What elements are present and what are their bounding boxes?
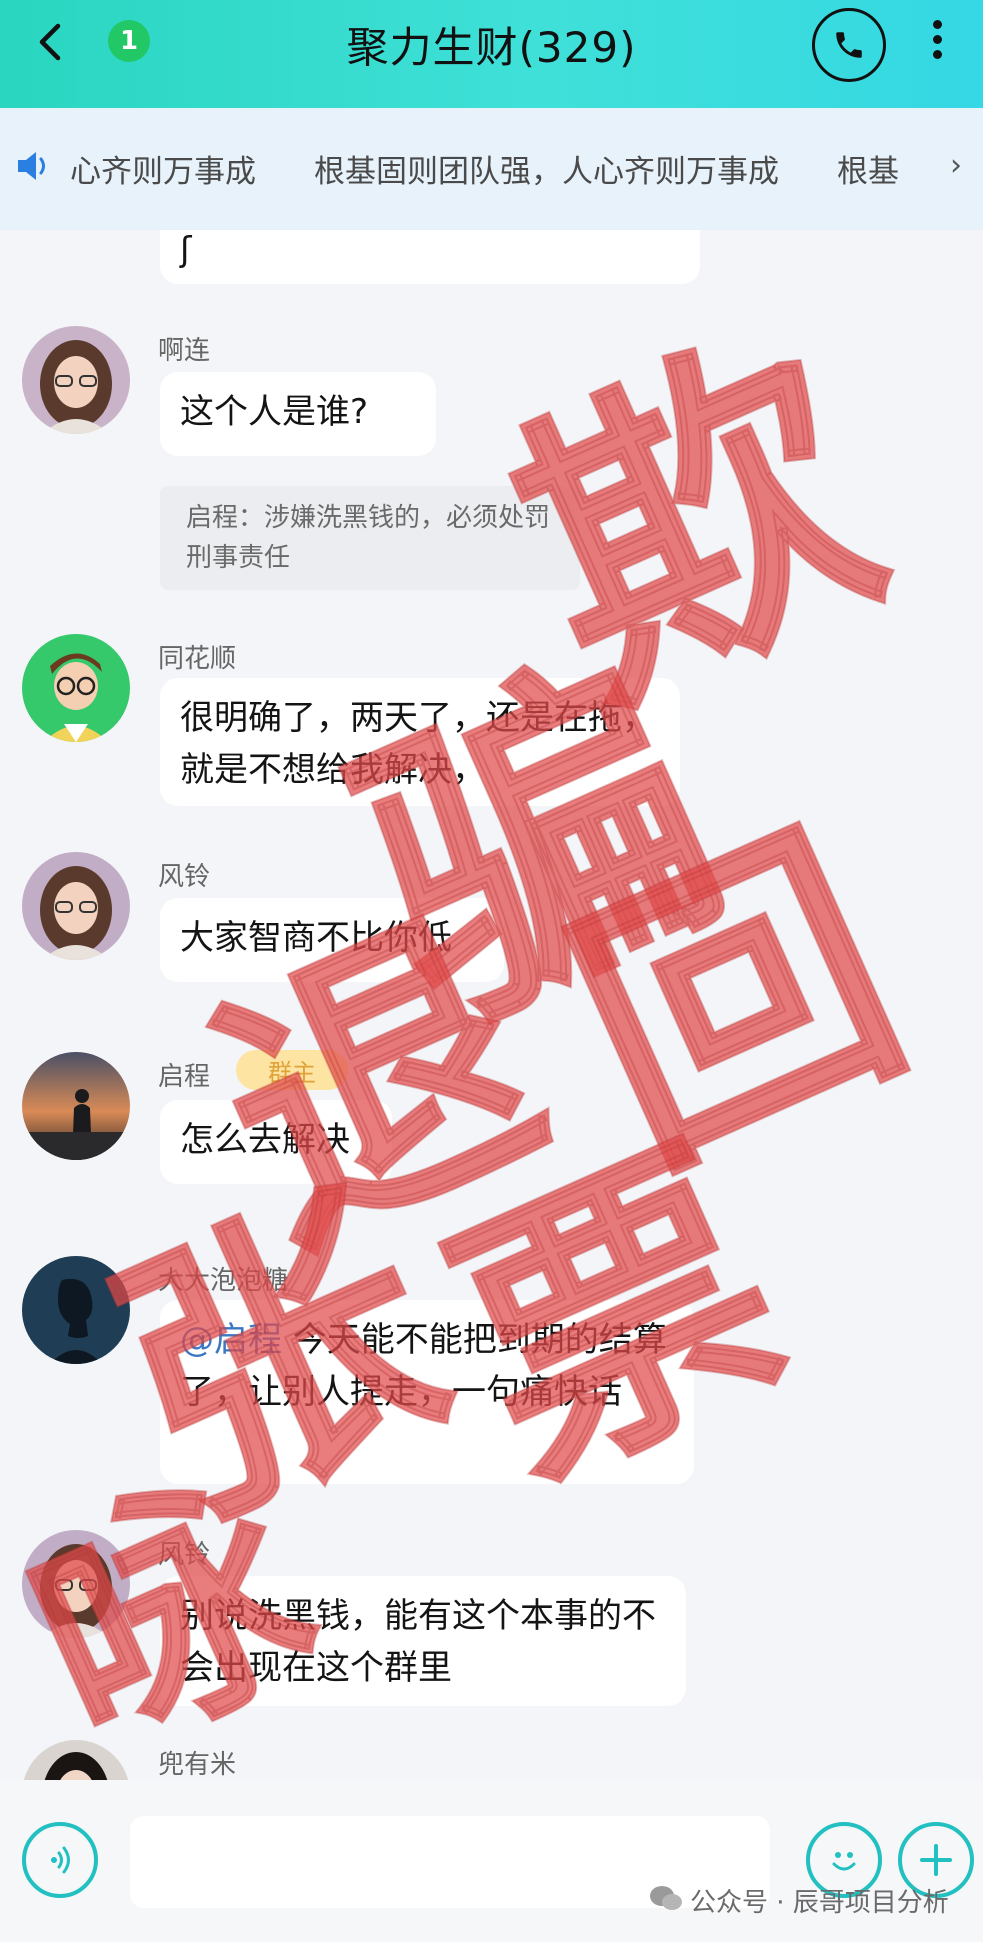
sender-name: 启程 xyxy=(158,1062,211,1092)
smiley-icon xyxy=(832,1852,856,1871)
sunset-silhouette-avatar[interactable] xyxy=(22,1052,130,1160)
chat-header: 1 聚力生财(329) xyxy=(0,0,983,108)
mention-link[interactable]: @启程 xyxy=(180,1320,282,1360)
more-menu-icon[interactable] xyxy=(930,16,944,68)
message-list[interactable]: ʃ 啊连 这个人是谁? 启程：涉嫌洗黑钱的，必须处罚刑事责任 同花顺 很明确了，… xyxy=(0,230,983,1848)
girl-avatar[interactable] xyxy=(22,326,130,434)
speaker-icon xyxy=(18,152,45,180)
wechat-official-logo-icon xyxy=(650,1886,682,1910)
message-text: 这个人是谁? xyxy=(180,392,369,432)
chevron-right-icon[interactable]: › xyxy=(950,148,962,183)
watermark-footer: 公众号 · 辰哥项目分析 xyxy=(690,1888,949,1918)
announcement-item: 根基固则团队强，人心齐则万事成 xyxy=(314,154,779,190)
quoted-reply[interactable]: 启程：涉嫌洗黑钱的，必须处罚刑事责任 xyxy=(160,486,580,590)
message-text: 大家智商不比你低 xyxy=(180,918,452,958)
call-button[interactable] xyxy=(812,8,886,82)
sender-name: 大大泡泡糖 xyxy=(158,1266,289,1296)
input-bar: 公众号 · 辰哥项目分析 xyxy=(0,1780,983,1942)
message-text: 怎么去解决 xyxy=(180,1120,350,1160)
announcement-item: 根基 xyxy=(837,154,899,190)
announcement-bar[interactable]: 心齐则万事成 根基固则团队强，人心齐则万事成 根基 › xyxy=(0,108,983,230)
voice-wave-icon xyxy=(51,1846,70,1874)
sender-name: 啊连 xyxy=(158,336,211,366)
girl-avatar[interactable] xyxy=(22,852,130,960)
sender-name: 风铃 xyxy=(158,862,211,892)
message-bubble[interactable]: 很明确了，两天了，还是在拖，就是不想给我解决， xyxy=(160,678,680,806)
cartoon-boy-avatar[interactable] xyxy=(22,634,130,742)
sender-name: 风铃 xyxy=(158,1540,211,1570)
dark-profile-avatar[interactable] xyxy=(22,1256,130,1364)
message-bubble[interactable]: 怎么去解决 xyxy=(160,1100,392,1184)
phone-icon xyxy=(836,32,862,58)
quoted-text: 启程：涉嫌洗黑钱的，必须处罚刑事责任 xyxy=(186,503,551,573)
message-text: 别说洗黑钱，能有这个本事的不会出现在这个群里 xyxy=(180,1596,656,1688)
message-text: ʃ xyxy=(180,230,192,270)
message-bubble[interactable]: ʃ xyxy=(160,230,700,284)
message-bubble[interactable]: 别说洗黑钱，能有这个本事的不会出现在这个群里 xyxy=(160,1576,686,1706)
message-bubble[interactable]: 这个人是谁? xyxy=(160,372,436,456)
sender-name: 同花顺 xyxy=(158,644,237,674)
group-owner-badge: 群主 xyxy=(236,1050,348,1090)
announcement-item: 心齐则万事成 xyxy=(70,154,256,190)
voice-button[interactable] xyxy=(22,1822,98,1898)
plus-icon xyxy=(920,1844,952,1876)
sender-name: 兜有米 xyxy=(158,1750,237,1780)
message-bubble[interactable]: 大家智商不比你低 xyxy=(160,898,504,982)
announcement-text: 心齐则万事成 根基固则团队强，人心齐则万事成 根基 xyxy=(70,146,957,191)
message-text: 很明确了，两天了，还是在拖，就是不想给我解决， xyxy=(180,698,656,790)
girl-avatar[interactable] xyxy=(22,1530,130,1638)
message-bubble[interactable]: @启程 今天能不能把到期的结算了，让别人提走，一句痛快话 xyxy=(160,1300,694,1484)
